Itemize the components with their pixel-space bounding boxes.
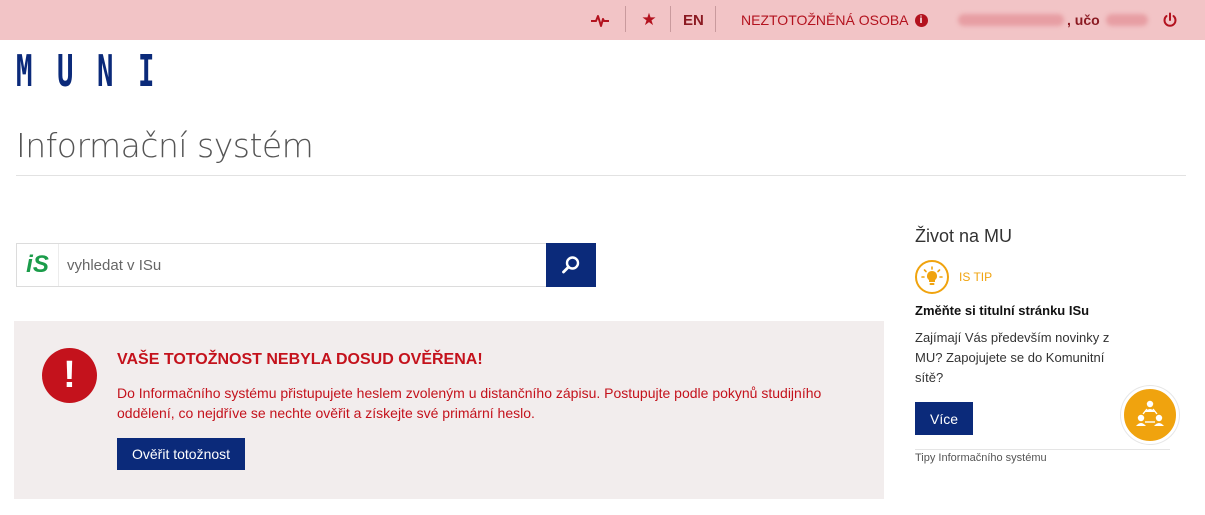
is-logo-i: i (26, 251, 33, 278)
divider (915, 449, 1170, 450)
language-switch[interactable]: EN (683, 0, 704, 40)
uco-label: , učo (1067, 12, 1100, 28)
separator (625, 6, 626, 32)
info-icon: i (914, 13, 928, 27)
tips-footer-link[interactable]: Tipy Informačního systému (915, 452, 1047, 464)
search-bar: iS (16, 243, 596, 287)
tip-text: Zajímají Vás především novinky z MU? Zap… (915, 330, 1110, 385)
tip-title: Změňte si titulní stránku ISu (915, 303, 1090, 318)
logo-letter: N (97, 46, 123, 97)
search-input[interactable] (59, 244, 546, 286)
warning-text: Do Informačního systému přistupujete hes… (117, 385, 822, 421)
logo-letter: I (137, 46, 163, 97)
redacted-user-name (958, 14, 1064, 26)
lightbulb-icon (915, 260, 949, 294)
separator (715, 6, 716, 32)
divider (16, 175, 1186, 176)
star-icon[interactable]: ★ (638, 0, 660, 40)
sidebar-heading: Život na MU (915, 226, 1013, 246)
more-button[interactable]: Více (915, 402, 973, 435)
warning-icon: ! (42, 348, 97, 403)
search-button[interactable] (546, 243, 596, 287)
page-title: Informační systém (16, 126, 314, 165)
logo-letter: U (56, 46, 82, 97)
is-logo-s: S (32, 251, 49, 278)
user-info: , učo (958, 0, 1148, 40)
identity-status[interactable]: NEZTOTOŽNĚNÁ OSOBA i (741, 0, 928, 40)
logo-letter: M (16, 46, 42, 97)
separator (670, 6, 671, 32)
search-icon (562, 256, 580, 274)
redacted-uco (1105, 14, 1148, 26)
identity-status-label: NEZTOTOŽNĚNÁ OSOBA (741, 12, 909, 28)
power-icon[interactable] (1159, 0, 1181, 40)
community-network-icon[interactable] (1121, 386, 1179, 444)
muni-logo[interactable]: M U N I (16, 46, 178, 97)
top-bar: ★ EN NEZTOTOŽNĚNÁ OSOBA i , učo (0, 0, 1205, 40)
tip-label: IS TIP (959, 270, 993, 284)
pulse-icon[interactable] (588, 0, 612, 40)
identity-warning: ! VAŠE TOTOŽNOST NEBYLA DOSUD OVĚŘENA! D… (14, 321, 884, 499)
verify-identity-button[interactable]: Ověřit totožnost (117, 438, 246, 470)
warning-heading: VAŠE TOTOŽNOST NEBYLA DOSUD OVĚŘENA! (117, 351, 483, 368)
is-logo-icon: iS (17, 244, 59, 286)
